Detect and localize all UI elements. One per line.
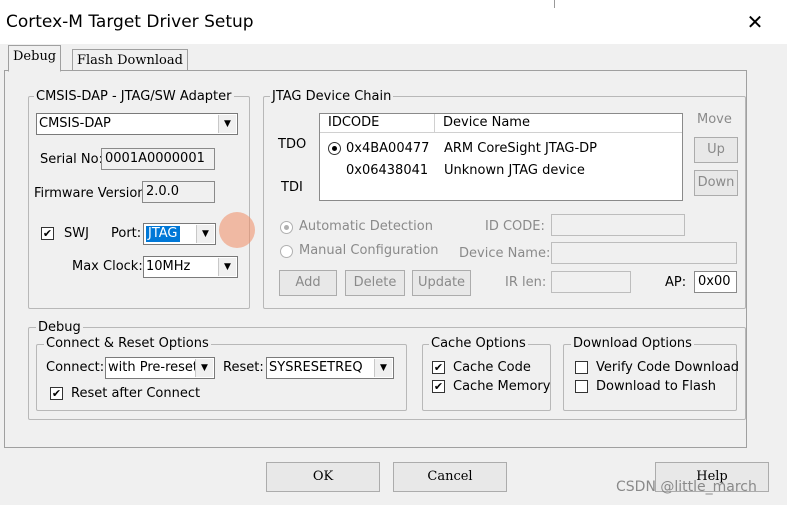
ap-value: 0x00 bbox=[698, 274, 731, 289]
manual-configuration-label: Manual Configuration bbox=[299, 243, 439, 258]
serial-field: 0001A0000001 bbox=[101, 148, 215, 170]
verify-code-checkbox[interactable] bbox=[575, 361, 588, 374]
serial-label: Serial No: bbox=[40, 152, 103, 167]
chevron-down-icon[interactable]: ▼ bbox=[196, 225, 214, 243]
chevron-down-icon[interactable]: ▼ bbox=[195, 359, 213, 377]
cancel-button[interactable]: Cancel bbox=[393, 462, 507, 492]
reset-select[interactable]: SYSRESETREQ ▼ bbox=[266, 357, 394, 379]
adapter-select-value: CMSIS-DAP bbox=[39, 116, 111, 131]
column-header-device-name[interactable]: Device Name bbox=[435, 114, 682, 133]
jtag-group-legend: JTAG Device Chain bbox=[270, 89, 394, 104]
chevron-down-icon[interactable]: ▼ bbox=[218, 258, 236, 276]
manual-configuration-radio[interactable] bbox=[280, 245, 293, 258]
tab-debug[interactable]: Debug bbox=[8, 45, 62, 72]
cache-options-legend: Cache Options bbox=[429, 336, 528, 351]
cursor-highlight bbox=[219, 212, 255, 248]
add-button[interactable]: Add bbox=[279, 270, 337, 296]
chevron-down-icon[interactable]: ▼ bbox=[218, 115, 236, 133]
checkmark-icon: ✔ bbox=[42, 227, 53, 240]
table-row[interactable]: 0x4BA00477 ARM CoreSight JTAG-DP bbox=[320, 138, 682, 160]
cache-options-group bbox=[422, 344, 551, 411]
device-name-label: Device Name: bbox=[459, 246, 551, 261]
reset-after-connect-label: Reset after Connect bbox=[71, 386, 201, 401]
maxclock-select-value: 10MHz bbox=[146, 259, 191, 274]
firmware-field: 2.0.0 bbox=[142, 181, 215, 203]
port-label: Port: bbox=[111, 226, 142, 241]
close-icon[interactable]: ✕ bbox=[743, 10, 767, 34]
reset-after-connect-checkbox[interactable]: ✔ bbox=[50, 387, 63, 400]
port-select[interactable]: JTAG ▼ bbox=[143, 223, 216, 245]
connect-reset-legend: Connect & Reset Options bbox=[44, 336, 211, 351]
row-idcode: 0x06438041 bbox=[346, 163, 429, 178]
swj-checkbox[interactable]: ✔ bbox=[41, 227, 54, 240]
adapter-select[interactable]: CMSIS-DAP ▼ bbox=[36, 113, 238, 135]
download-options-group bbox=[563, 344, 737, 411]
selected-radio-icon bbox=[328, 142, 341, 155]
tdo-label: TDO bbox=[278, 137, 307, 152]
device-name-field[interactable] bbox=[551, 242, 737, 264]
move-label: Move bbox=[697, 112, 732, 127]
cache-memory-label: Cache Memory bbox=[453, 379, 551, 394]
port-select-value: JTAG bbox=[146, 226, 180, 242]
irlen-field[interactable] bbox=[551, 271, 631, 293]
table-row[interactable]: 0x06438041 Unknown JTAG device bbox=[320, 160, 682, 182]
window-title: Cortex-M Target Driver Setup bbox=[6, 12, 254, 32]
firmware-value: 2.0.0 bbox=[146, 184, 180, 199]
checkmark-icon: ✔ bbox=[51, 387, 62, 400]
firmware-label: Firmware Version: bbox=[34, 186, 150, 201]
irlen-label: IR len: bbox=[505, 275, 547, 290]
move-up-button[interactable]: Up bbox=[694, 137, 738, 163]
download-to-flash-label: Download to Flash bbox=[596, 379, 717, 394]
maxclock-select[interactable]: 10MHz ▼ bbox=[143, 256, 238, 278]
checkmark-icon: ✔ bbox=[433, 380, 444, 393]
maxclock-label: Max Clock: bbox=[72, 259, 143, 274]
delete-button[interactable]: Delete bbox=[345, 270, 405, 296]
chevron-down-icon[interactable]: ▼ bbox=[374, 359, 392, 377]
connect-select-value: with Pre-reset bbox=[108, 360, 198, 375]
idcode-field[interactable] bbox=[551, 214, 685, 236]
cache-code-label: Cache Code bbox=[453, 360, 531, 375]
update-button[interactable]: Update bbox=[412, 270, 471, 296]
swj-label: SWJ bbox=[64, 226, 89, 241]
connect-select[interactable]: with Pre-reset ▼ bbox=[105, 357, 215, 379]
verify-code-label: Verify Code Download bbox=[596, 360, 740, 375]
ap-label: AP: bbox=[665, 275, 687, 290]
connect-label: Connect: bbox=[46, 360, 105, 375]
serial-value: 0001A0000001 bbox=[105, 151, 205, 166]
automatic-detection-label: Automatic Detection bbox=[299, 219, 433, 234]
cache-code-checkbox[interactable]: ✔ bbox=[432, 361, 445, 374]
tdi-label: TDI bbox=[281, 180, 303, 195]
debug-group-legend: Debug bbox=[36, 320, 83, 335]
ap-field[interactable]: 0x00 bbox=[694, 271, 737, 293]
row-idcode: 0x4BA00477 bbox=[346, 141, 430, 156]
adapter-group-legend: CMSIS-DAP - JTAG/SW Adapter bbox=[34, 89, 234, 104]
reset-label: Reset: bbox=[223, 360, 264, 375]
download-to-flash-checkbox[interactable] bbox=[575, 380, 588, 393]
ok-button[interactable]: OK bbox=[266, 462, 380, 492]
reset-select-value: SYSRESETREQ bbox=[269, 360, 363, 375]
watermark: CSDN @little_march bbox=[616, 479, 757, 495]
download-options-legend: Download Options bbox=[571, 336, 694, 351]
automatic-detection-radio[interactable] bbox=[280, 221, 293, 234]
column-header-idcode[interactable]: IDCODE bbox=[320, 114, 435, 133]
background-window-edge bbox=[554, 0, 555, 8]
cache-memory-checkbox[interactable]: ✔ bbox=[432, 380, 445, 393]
row-device-name: ARM CoreSight JTAG-DP bbox=[444, 141, 597, 156]
row-device-name: Unknown JTAG device bbox=[444, 163, 585, 178]
title-bar: Cortex-M Target Driver Setup ✕ bbox=[0, 0, 787, 44]
idcode-label: ID CODE: bbox=[485, 219, 545, 234]
checkmark-icon: ✔ bbox=[433, 361, 444, 374]
move-down-button[interactable]: Down bbox=[694, 170, 738, 196]
